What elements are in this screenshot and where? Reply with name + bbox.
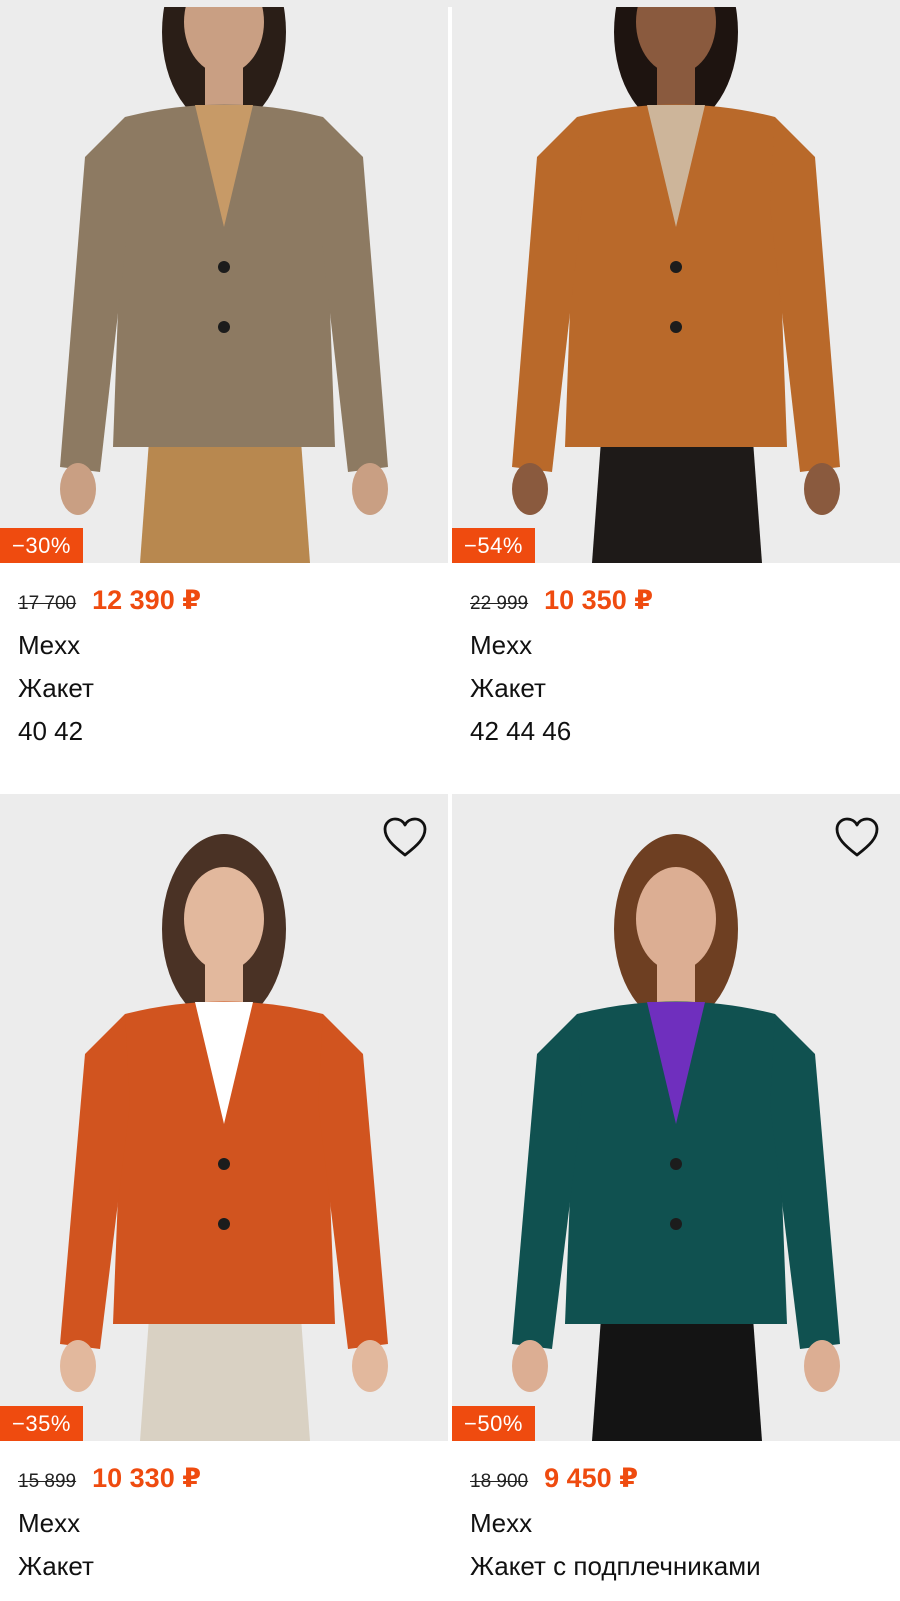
model-illustration	[512, 834, 840, 1441]
jacket-button	[218, 1158, 230, 1170]
jacket-button	[670, 321, 682, 333]
product-card[interactable]: −50% 18 900 9 450 ₽ Mexx Жакет с подплечника…	[452, 794, 900, 1594]
available-sizes: 42 44 46	[470, 716, 572, 746]
old-price: 22 999	[470, 593, 529, 614]
model-pants	[592, 1304, 762, 1441]
product-photo[interactable]: −50%	[452, 794, 900, 1441]
old-price: 17 700	[18, 593, 77, 614]
model-left-hand	[512, 1340, 548, 1392]
old-price: 18 900	[470, 1471, 529, 1492]
product-info: 18 900 9 450 ₽ Mexx Жакет с подплечниками	[452, 1441, 900, 1581]
current-price: 9 450 ₽	[544, 1463, 638, 1493]
model-right-hand	[804, 463, 840, 515]
model-left-hand	[60, 1340, 96, 1392]
current-price: 10 330 ₽	[92, 1463, 201, 1493]
product-info: 17 700 12 390 ₽ Mexx Жакет 40 42	[0, 563, 448, 746]
jacket-button	[218, 261, 230, 273]
model-neck	[205, 62, 243, 107]
model-right-hand	[352, 463, 388, 515]
product-card[interactable]: −54% 22 999 10 350 ₽ Mexx Жакет 42 44 46	[452, 7, 900, 746]
jacket-button	[670, 1218, 682, 1230]
model-left-hand	[512, 463, 548, 515]
product-info: 15 899 10 330 ₽ Mexx Жакет	[0, 1441, 448, 1581]
jacket-button	[218, 1218, 230, 1230]
model-left-hand	[60, 463, 96, 515]
product-photo[interactable]: −35%	[0, 794, 448, 1441]
model-illustration	[60, 834, 388, 1441]
current-price: 10 350 ₽	[544, 585, 653, 615]
model-neck	[205, 959, 243, 1004]
top-divider	[0, 0, 900, 7]
product-title[interactable]: Жакет с подплечниками	[470, 1551, 882, 1581]
model-neck	[657, 62, 695, 107]
jacket-button	[218, 321, 230, 333]
available-sizes: 40 42	[18, 716, 84, 746]
discount-badge: −54%	[452, 528, 535, 563]
price-row: 17 700 12 390 ₽	[18, 585, 430, 615]
model-right-hand	[804, 1340, 840, 1392]
brand-name: Mexx	[18, 630, 81, 660]
product-title[interactable]: Жакет	[18, 673, 430, 703]
model-pants	[592, 427, 762, 563]
product-title[interactable]: Жакет	[470, 673, 882, 703]
discount-badge: −35%	[0, 1406, 83, 1441]
jacket-button	[670, 261, 682, 273]
model-illustration	[512, 7, 840, 563]
price-row: 15 899 10 330 ₽	[18, 1463, 430, 1493]
product-card[interactable]: −30% 17 700 12 390 ₽ Mexx Жакет 40 42	[0, 7, 448, 746]
old-price: 15 899	[18, 1471, 77, 1492]
product-info: 22 999 10 350 ₽ Mexx Жакет 42 44 46	[452, 563, 900, 746]
heart-outline-icon[interactable]	[834, 816, 880, 858]
model-pants	[140, 427, 310, 563]
product-card[interactable]: −35% 15 899 10 330 ₽ Mexx Жакет	[0, 794, 448, 1594]
model-illustration	[60, 7, 388, 563]
current-price: 12 390 ₽	[92, 585, 201, 615]
product-title[interactable]: Жакет	[18, 1551, 430, 1581]
discount-badge: −50%	[452, 1406, 535, 1441]
brand-name: Mexx	[470, 630, 533, 660]
model-pants	[140, 1304, 310, 1441]
price-row: 22 999 10 350 ₽	[470, 585, 882, 615]
model-head	[184, 867, 264, 971]
model-right-hand	[352, 1340, 388, 1392]
heart-outline-icon[interactable]	[382, 816, 428, 858]
product-photo[interactable]: −54%	[452, 7, 900, 563]
product-photo[interactable]: −30%	[0, 7, 448, 563]
brand-name: Mexx	[470, 1508, 533, 1538]
model-head	[636, 867, 716, 971]
brand-name: Mexx	[18, 1508, 81, 1538]
jacket-button	[670, 1158, 682, 1170]
model-neck	[657, 959, 695, 1004]
discount-badge: −30%	[0, 528, 83, 563]
price-row: 18 900 9 450 ₽	[470, 1463, 882, 1493]
